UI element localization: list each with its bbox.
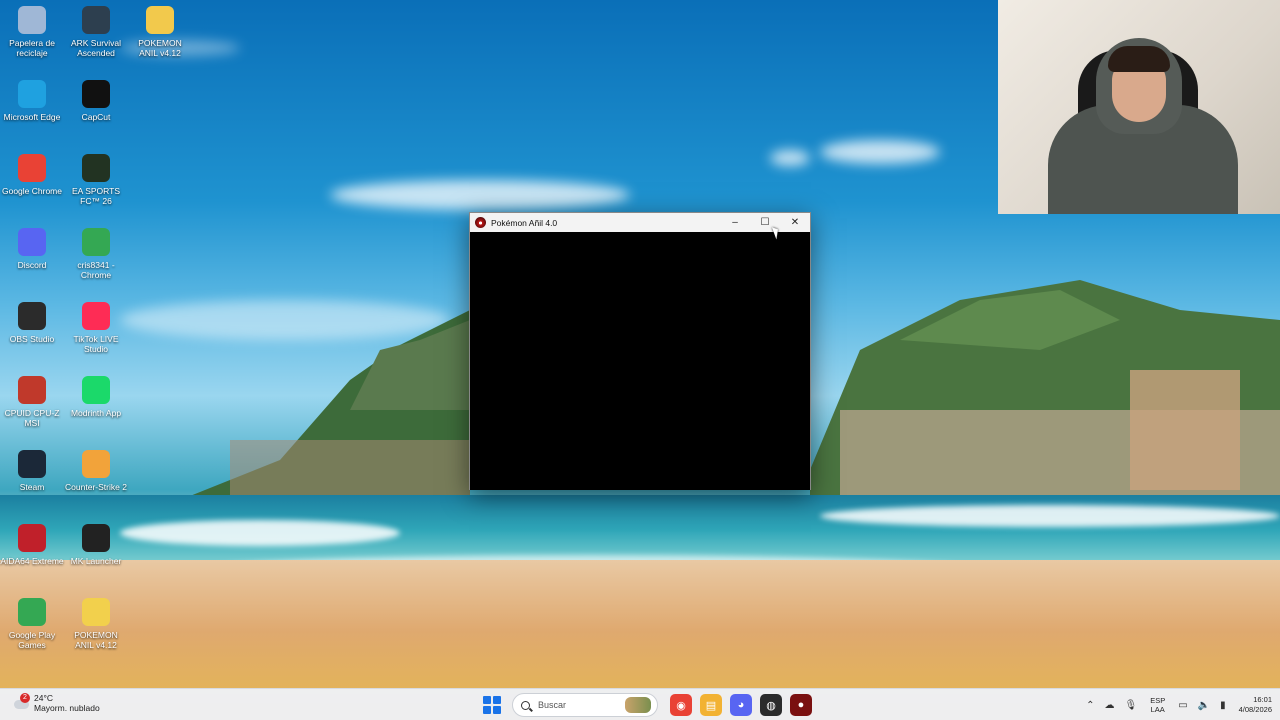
notification-badge: 2 — [20, 693, 30, 703]
edge-icon — [18, 80, 46, 108]
desktop-icon[interactable]: Modrinth App — [64, 376, 128, 418]
chrome-taskbar-icon[interactable]: ◉ — [670, 694, 692, 716]
desktop-icon[interactable]: POKEMON ANIL v4.12 — [64, 598, 128, 650]
cs2-icon — [82, 450, 110, 478]
desktop-icon[interactable]: TikTok LIVE Studio — [64, 302, 128, 354]
desktop-icon-label: EA SPORTS FC™ 26 — [71, 186, 121, 206]
folder-icon — [146, 6, 174, 34]
desktop-icon[interactable]: Counter-Strike 2 — [64, 450, 128, 492]
chrome-icon — [18, 154, 46, 182]
monitor-icon[interactable]: ▭ — [1178, 700, 1187, 711]
weather-widget[interactable]: 2 24°C Mayorm. nublado — [12, 693, 100, 713]
language-indicator[interactable]: ESP LAA — [1150, 696, 1165, 714]
desktop-icon-label: Counter-Strike 2 — [65, 482, 127, 492]
desktop-icon-label: CPUID CPU-Z MSI — [4, 408, 60, 428]
desktop-icon[interactable]: CPUID CPU-Z MSI — [0, 376, 64, 428]
tiktok-icon — [82, 302, 110, 330]
desktop-icon-label: Discord — [17, 260, 47, 270]
window-title: Pokémon Añil 4.0 — [491, 217, 558, 228]
start-button[interactable] — [482, 695, 502, 715]
ark-icon — [82, 6, 110, 34]
modrinth-icon — [82, 376, 110, 404]
desktop-icon-label: cris8341 - Chrome — [77, 260, 115, 280]
close-button[interactable]: ✕ — [780, 213, 810, 232]
desktop-icon-label: OBS Studio — [9, 334, 55, 344]
desktop-icon-label: Google Play Games — [8, 630, 56, 650]
pokeball-icon — [475, 217, 486, 228]
desktop-icon[interactable]: Papelera de reciclaje — [0, 6, 64, 58]
desktop-icon[interactable]: AIDA64 Extreme — [0, 524, 64, 566]
desktop-icon[interactable]: Google Chrome — [0, 154, 64, 196]
window-titlebar[interactable]: Pokémon Añil 4.0 – ☐ ✕ — [470, 213, 810, 232]
cpuz-icon — [18, 376, 46, 404]
microphone-icon[interactable]: 🎙 — [1124, 700, 1137, 711]
clock-date: 4/08/2026 — [1238, 705, 1272, 714]
file-explorer-icon[interactable]: ▤ — [700, 694, 722, 716]
desktop-icon[interactable]: MK Launcher — [64, 524, 128, 566]
desktop-icon[interactable]: Discord — [0, 228, 64, 270]
speaker-icon[interactable]: 🔈 — [1198, 700, 1210, 711]
battery-icon[interactable]: ▮ — [1220, 700, 1226, 711]
desktop-icon-label: MK Launcher — [70, 556, 122, 566]
mk-launcher-icon — [82, 524, 110, 552]
desktop-icon-label: Modrinth App — [70, 408, 122, 418]
recycle-bin-icon — [18, 6, 46, 34]
chevron-up-icon[interactable]: ⌃ — [1086, 700, 1094, 711]
desktop-icon[interactable]: Google Play Games — [0, 598, 64, 650]
desktop-icon-label: Google Chrome — [1, 186, 62, 196]
desktop-icon[interactable]: ARK Survival Ascended — [64, 6, 128, 58]
search-icon — [521, 700, 530, 710]
folder-zip-icon — [82, 598, 110, 626]
desktop-icon-label: Microsoft Edge — [3, 112, 61, 122]
desktop-icon[interactable]: OBS Studio — [0, 302, 64, 344]
capcut-icon — [82, 80, 110, 108]
discord-taskbar-icon[interactable]: ◕ — [730, 694, 752, 716]
weather-temp: 24°C — [34, 693, 53, 703]
desktop-icon-label: Papelera de reciclaje — [9, 38, 55, 58]
pokemon-taskbar-icon[interactable]: ● — [790, 694, 812, 716]
cloud-icon: 2 — [12, 693, 30, 712]
search-highlight-image — [625, 697, 651, 713]
desktop-icon[interactable]: POKEMON ANIL v4.12 — [128, 6, 192, 58]
minimize-button[interactable]: – — [720, 213, 750, 232]
desktop-icon[interactable]: CapCut — [64, 80, 128, 122]
game-canvas[interactable] — [470, 232, 810, 490]
ea-fc-icon — [82, 154, 110, 182]
chrome-profile-icon — [82, 228, 110, 256]
network-cloud-icon[interactable]: ☁ — [1104, 700, 1114, 711]
weather-desc: Mayorm. nublado — [34, 703, 100, 713]
desktop-icon[interactable]: Steam — [0, 450, 64, 492]
desktop-icon-label: AIDA64 Extreme — [0, 556, 64, 566]
desktop-icon-label: CapCut — [81, 112, 111, 122]
pokemon-window[interactable]: Pokémon Añil 4.0 – ☐ ✕ — [469, 212, 811, 490]
taskbar-search[interactable]: Buscar — [512, 693, 658, 717]
search-placeholder: Buscar — [538, 700, 567, 710]
steam-icon — [18, 450, 46, 478]
play-games-icon — [18, 598, 46, 626]
desktop-icon[interactable]: cris8341 - Chrome — [64, 228, 128, 280]
clock-time: 16:01 — [1253, 695, 1272, 704]
desktop-icon-label: ARK Survival Ascended — [70, 38, 122, 58]
desktop-icon-label: POKEMON ANIL v4.12 — [138, 38, 182, 58]
desktop-icon-label: Steam — [19, 482, 45, 492]
desktop-icon[interactable]: EA SPORTS FC™ 26 — [64, 154, 128, 206]
system-tray: ⌃ ☁ 🎙 ESP LAA ▭ 🔈 ▮ 16:01 4/08/2026 — [1081, 689, 1272, 720]
obs-icon — [18, 302, 46, 330]
taskbar: 2 24°C Mayorm. nublado Buscar ◉ ▤ ◕ ◍ ● ⌃ ☁ … — [0, 688, 1280, 720]
clock[interactable]: 16:01 4/08/2026 — [1239, 695, 1272, 715]
webcam-overlay — [998, 0, 1280, 214]
desktop-icon-label: POKEMON ANIL v4.12 — [74, 630, 118, 650]
aida64-icon — [18, 524, 46, 552]
obs-taskbar-icon[interactable]: ◍ — [760, 694, 782, 716]
desktop-icon-label: TikTok LIVE Studio — [73, 334, 119, 354]
desktop-icon[interactable]: Microsoft Edge — [0, 80, 64, 122]
discord-icon — [18, 228, 46, 256]
